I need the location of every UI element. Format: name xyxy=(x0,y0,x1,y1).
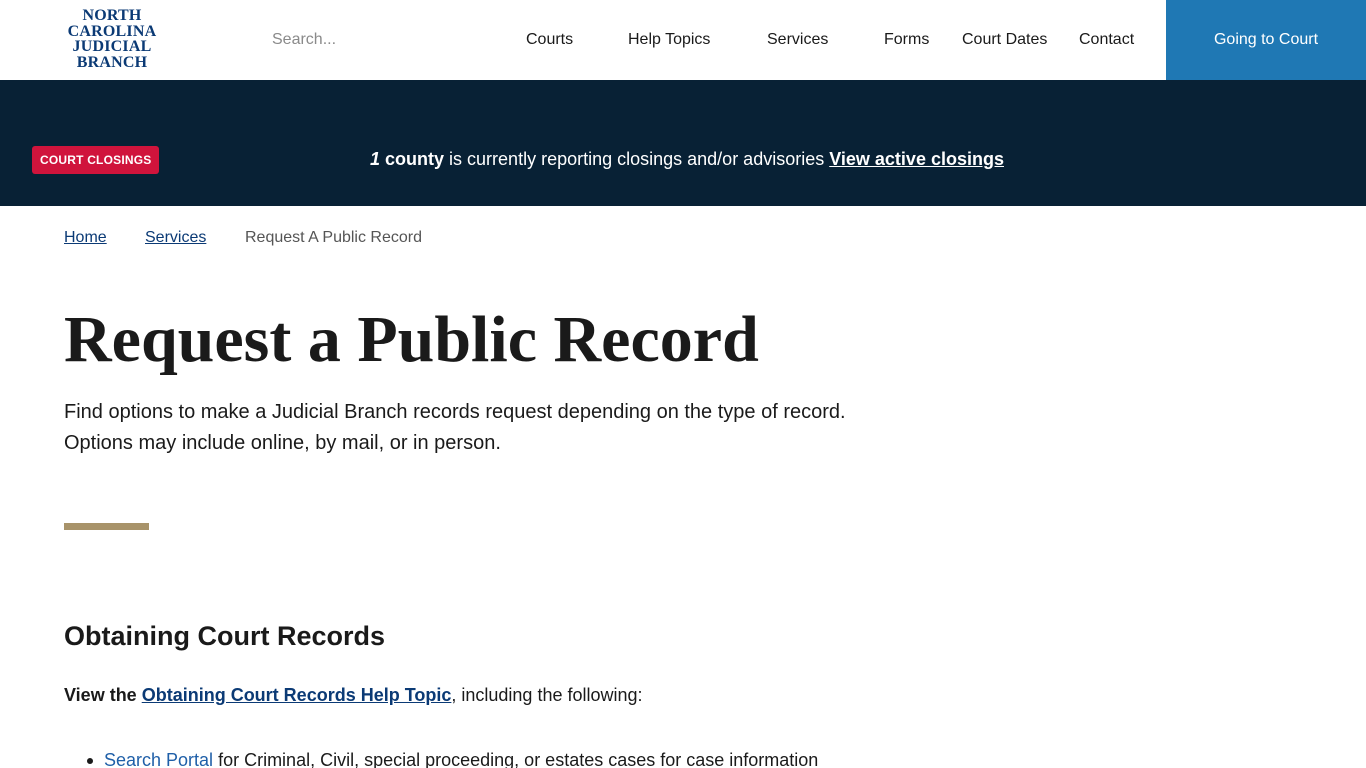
going-to-court-button[interactable]: Going to Court xyxy=(1166,0,1366,80)
section-title: Obtaining Court Records xyxy=(64,621,386,651)
list-item-text: for Criminal, Civil, special proceeding,… xyxy=(213,750,819,768)
search-input[interactable] xyxy=(258,24,488,56)
closings-message: 1 county is currently reporting closings… xyxy=(370,148,1004,170)
logo-line-3: JUDICIAL xyxy=(72,38,152,55)
section-divider xyxy=(64,523,149,530)
records-options-list: Search Portal for Criminal, Civil, speci… xyxy=(64,748,884,768)
page-intro: Find options to make a Judicial Branch r… xyxy=(64,401,846,454)
breadcrumb-services[interactable]: Services xyxy=(145,229,206,247)
view-active-closings-link[interactable]: View active closings xyxy=(829,149,1004,169)
search-portal-link[interactable]: Search Portal xyxy=(104,750,213,768)
breadcrumb-home[interactable]: Home xyxy=(64,229,107,247)
nav-contact[interactable]: Contact xyxy=(1079,30,1134,50)
help-topic-prefix: View the xyxy=(64,685,142,705)
breadcrumb-current: Request A Public Record xyxy=(245,229,422,246)
site-header: NORTH CAROLINA JUDICIAL BRANCH Courts He… xyxy=(0,0,1366,80)
help-topic-intro: View the Obtaining Court Records Help To… xyxy=(64,684,643,706)
closings-count: 1 xyxy=(370,149,381,169)
help-topic-suffix: , including the following: xyxy=(451,685,643,705)
nav-court-dates[interactable]: Court Dates xyxy=(962,30,1047,50)
logo-line-2: CAROLINA xyxy=(67,22,157,40)
nav-forms[interactable]: Forms xyxy=(884,30,929,50)
page-title: Request a Public Record xyxy=(64,303,759,376)
list-item: Search Portal for Criminal, Civil, speci… xyxy=(64,748,884,768)
closings-count-unit: county xyxy=(385,149,445,169)
nav-help-topics[interactable]: Help Topics xyxy=(628,30,710,50)
nav-services[interactable]: Services xyxy=(767,30,828,50)
obtaining-court-records-link[interactable]: Obtaining Court Records Help Topic xyxy=(142,685,452,705)
court-closings-badge[interactable]: COURT CLOSINGS xyxy=(32,146,160,174)
closings-message-text: is currently reporting closings and/or a… xyxy=(444,149,830,169)
logo-line-1: NORTH xyxy=(82,7,142,24)
logo-line-4: BRANCH xyxy=(76,53,148,71)
court-closings-banner: COURT CLOSINGS 1 county is currently rep… xyxy=(0,80,1366,206)
nc-judicial-branch-logo[interactable]: NORTH CAROLINA JUDICIAL BRANCH xyxy=(62,8,162,70)
nav-courts[interactable]: Courts xyxy=(526,30,573,50)
